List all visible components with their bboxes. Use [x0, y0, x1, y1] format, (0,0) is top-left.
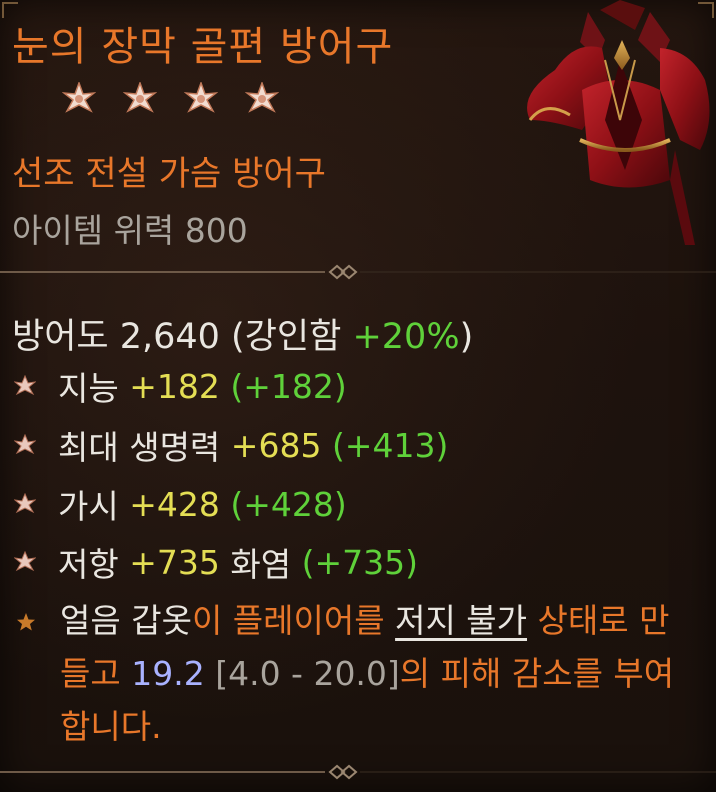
legendary-range: [4.0 - 20.0] [215, 654, 400, 693]
item-name: 눈의 장막 골편 방어구 [12, 24, 394, 70]
legendary-value: 19.2 [131, 654, 205, 693]
greater-affix-star-icon [245, 82, 279, 113]
section-divider [0, 264, 716, 280]
armor-close: ) [459, 317, 474, 357]
affix-name: 가시 [58, 487, 119, 526]
greater-affix-stars [62, 82, 279, 116]
affix-value: +685 [230, 425, 322, 465]
greater-affix-star-icon [123, 82, 157, 113]
item-type: 선조 전설 가슴 방어구 [12, 154, 326, 194]
affix-row: 저항 +735 화염 (+735) [14, 538, 418, 586]
legendary-skill-name: 얼음 갑옷 [60, 601, 192, 640]
affix-value: +735 [129, 542, 220, 582]
legendary-power-text: 얼음 갑옷이 플레이어를 저지 불가 상태로 만들고 19.2 [4.0 - 2… [60, 594, 696, 753]
affix-bullet-icon [14, 434, 36, 455]
frame-corner-ornament [2, 2, 18, 18]
affix-bullet-icon [14, 551, 36, 572]
affix-name: 최대 생명력 [58, 428, 221, 467]
keyword-unstoppable[interactable]: 저지 불가 [395, 601, 527, 640]
affix-bonus: (+182) [230, 366, 347, 406]
section-divider [0, 764, 716, 780]
affix-name: 저항 [58, 545, 119, 584]
affix-value: +182 [129, 366, 220, 406]
affix-row: 가시 +428 (+428) [14, 480, 347, 528]
affix-row: 지능 +182 (+182) [14, 362, 347, 410]
affix-value: +428 [129, 484, 220, 524]
affix-bonus: (+735) [301, 542, 418, 582]
item-power: 아이템 위력 800 [12, 211, 248, 250]
armor-stat: 방어도 2,640 (강인함 +20%) [12, 308, 473, 359]
affix-suffix: 화염 [230, 545, 292, 584]
greater-affix-star-icon [62, 82, 96, 113]
legendary-text-part: 이 플레이어를 [191, 601, 396, 640]
affix-name: 지능 [58, 369, 119, 408]
armor-value: 방어도 2,640 (강인함 [12, 317, 342, 357]
item-tooltip-panel: 눈의 장막 골편 방어구 선조 전설 가슴 방어구 아이템 위력 800 방어도… [0, 0, 716, 792]
armor-bonus: +20% [352, 317, 460, 357]
greater-affix-star-icon [184, 82, 218, 113]
legendary-star-icon [17, 613, 35, 631]
affix-bonus: (+413) [331, 425, 449, 465]
affix-bonus: (+428) [230, 484, 347, 524]
affix-row: 최대 생명력 +685 (+413) [14, 421, 448, 469]
affix-bullet-icon [14, 375, 36, 396]
chest-armor-image [527, 0, 710, 245]
affix-bullet-icon [14, 493, 36, 514]
